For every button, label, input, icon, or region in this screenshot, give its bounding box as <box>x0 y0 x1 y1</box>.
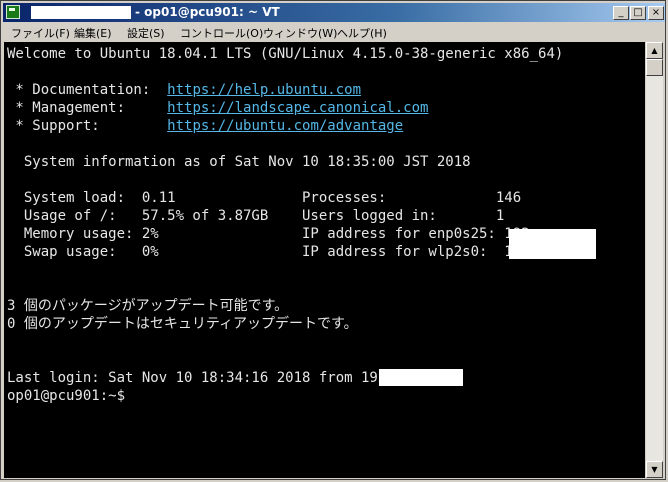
minimize-button[interactable]: _ <box>613 6 629 20</box>
menu-window[interactable]: ウィンドウ(W) <box>263 25 337 41</box>
redacted-ip-addresses <box>509 229 596 259</box>
menu-file[interactable]: ファイル(F) <box>11 25 70 41</box>
window-title: - op01@pcu901: ~ VT <box>135 5 280 19</box>
terminal-output[interactable]: Welcome to Ubuntu 18.04.1 LTS (GNU/Linux… <box>4 42 645 478</box>
support-label: * Support: <box>7 118 168 134</box>
menu-bar: ファイル(F) 編集(E) 設定(S) コントロール(O) ウィンドウ(W) ヘ… <box>3 23 665 41</box>
welcome-line: Welcome to Ubuntu 18.04.1 LTS (GNU/Linux… <box>7 46 564 62</box>
redacted-hostname <box>31 6 131 19</box>
shell-prompt[interactable]: op01@pcu901:~$ <box>7 387 125 405</box>
memory-usage-line: Memory usage: 2% IP address for enp0s25:… <box>7 226 539 242</box>
management-label: * Management: <box>7 100 168 116</box>
disk-usage-line: Usage of /: 57.5% of 3.87GB Users logged… <box>7 208 505 224</box>
menu-control[interactable]: コントロール(O) <box>180 25 263 41</box>
management-link[interactable]: https://landscape.canonical.com <box>167 100 428 116</box>
management-line: * Management: https://landscape.canonica… <box>7 99 428 117</box>
menu-settings[interactable]: 設定(S) <box>127 25 165 41</box>
vertical-scrollbar[interactable]: ▲ ▼ <box>646 42 663 478</box>
documentation-line: * Documentation: https://help.ubuntu.com <box>7 81 361 99</box>
security-updates-line: 0 個のアップデートはセキュリティアップデートです。 <box>7 316 358 332</box>
menu-edit[interactable]: 編集(E) <box>74 25 112 41</box>
scroll-up-icon[interactable]: ▲ <box>646 42 663 59</box>
package-updates-line: 3 個のパッケージがアップデート可能です。 <box>7 298 289 314</box>
support-link[interactable]: https://ubuntu.com/advantage <box>167 118 403 134</box>
system-load-line: System load: 0.11 Processes: 146 <box>7 190 522 206</box>
terminal-window: - op01@pcu901: ~ VT _ □ × ファイル(F) 編集(E) … <box>0 0 666 480</box>
close-button[interactable]: × <box>648 6 664 20</box>
maximize-button[interactable]: □ <box>630 6 646 20</box>
title-bar[interactable]: - op01@pcu901: ~ VT _ □ × <box>3 3 665 22</box>
menu-help[interactable]: ヘルプ(H) <box>337 25 387 41</box>
documentation-link[interactable]: https://help.ubuntu.com <box>167 82 361 98</box>
terminal-app-icon[interactable] <box>6 5 20 19</box>
documentation-label: * Documentation: <box>7 82 168 98</box>
scrollbar-thumb[interactable] <box>646 59 663 76</box>
last-login-line: Last login: Sat Nov 10 18:34:16 2018 fro… <box>7 370 395 386</box>
support-line: * Support: https://ubuntu.com/advantage <box>7 117 403 135</box>
system-information-line: System information as of Sat Nov 10 18:3… <box>7 154 471 170</box>
redacted-login-ip <box>379 369 463 386</box>
scroll-down-icon[interactable]: ▼ <box>646 461 663 478</box>
swap-usage-line: Swap usage: 0% IP address for wlp2s0: 19… <box>7 244 539 260</box>
